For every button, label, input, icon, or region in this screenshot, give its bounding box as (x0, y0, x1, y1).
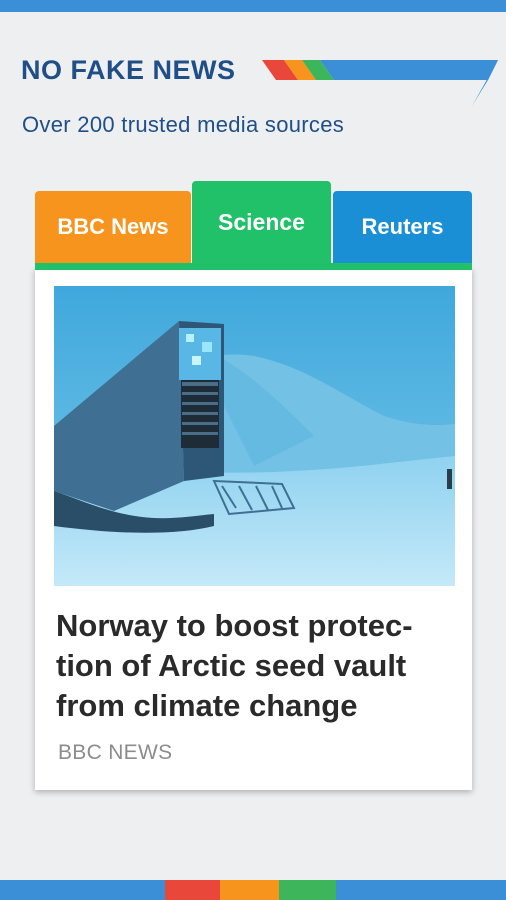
page-title: NO FAKE NEWS (21, 55, 236, 85)
top-accent-bar (0, 0, 506, 12)
ribbon-banner-graphic (262, 60, 498, 106)
article-source: BBC NEWS (58, 741, 173, 764)
bottom-accent-bar (0, 880, 506, 900)
page-subtitle: Over 200 trusted media sources (22, 112, 345, 137)
article-title[interactable]: Norway to boost protec- tion of Arctic s… (56, 606, 456, 726)
tab-reuters[interactable]: Reuters (333, 191, 472, 263)
article-title-line: from climate change (56, 688, 358, 723)
tab-bbc-news[interactable]: BBC News (35, 191, 191, 263)
tab-science[interactable]: Science (192, 181, 331, 263)
article-title-line: Norway to boost protec- (56, 608, 413, 643)
seed-vault-photo (54, 286, 455, 586)
article-image[interactable] (54, 286, 455, 586)
article-title-line: tion of Arctic seed vault (56, 648, 407, 683)
selected-tab-underline (35, 263, 472, 270)
